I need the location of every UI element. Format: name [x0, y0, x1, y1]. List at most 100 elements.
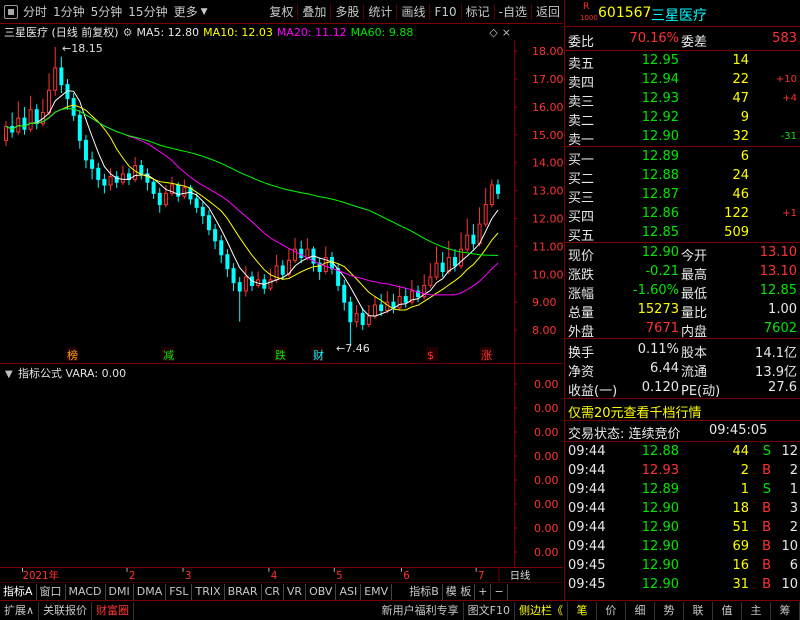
footer-right-item[interactable]: 侧边栏《 [515, 601, 568, 620]
multi-stock-button[interactable]: 多股 [332, 0, 362, 24]
tick-price: 12.90 [641, 501, 679, 516]
indicator-tab[interactable]: VR [284, 583, 307, 600]
candle-body [108, 176, 113, 186]
footer-bar: 扩展∧ 关联报价 财富圈 新用户福利专享 图文F10 侧边栏《笔价细势联值主筹 [0, 600, 800, 620]
kline-chart[interactable]: 18.00 17.00 16.00 15.00 14.00 13.00 12.00 11.00… [0, 40, 563, 364]
f10-button[interactable]: F10 [431, 0, 459, 24]
tick-price: 12.90 [641, 539, 679, 554]
settings-icon[interactable] [4, 4, 18, 19]
indicator-tab[interactable]: OBV [306, 583, 337, 600]
tick-time: 09:44 [568, 463, 606, 478]
indicator-tab[interactable]: DMI [106, 583, 134, 600]
indicator-tab[interactable]: MACD [66, 583, 106, 600]
indicator-tab[interactable]: DMA [134, 583, 167, 600]
stock-name[interactable]: 三星医疗 [651, 5, 707, 25]
bid-row: 买五 12.85 509 [565, 224, 800, 244]
indicator-tab[interactable]: EMV [361, 583, 393, 600]
tick-price: 12.88 [641, 444, 679, 459]
tab-15min[interactable]: 15分钟 [125, 0, 170, 24]
diamond-icon[interactable]: ◇ [489, 26, 497, 39]
ask-price[interactable]: 12.93 [642, 91, 679, 106]
indicator-tab[interactable]: FSL [166, 583, 193, 600]
stat-value: 12.85 [759, 283, 797, 298]
tick-row: 09:44 12.88 44 S 12 [565, 443, 800, 462]
fuquan-button[interactable]: 复权 [266, 0, 296, 24]
tab-1min[interactable]: 1分钟 [50, 0, 88, 24]
y-tick-label: 17.00 [532, 73, 563, 86]
tab-more[interactable]: 更多 [171, 0, 201, 24]
event-marker[interactable]: 涨 [481, 349, 492, 362]
bid-price[interactable]: 12.87 [642, 187, 679, 202]
indicator-tab[interactable]: 模 板 [443, 583, 476, 600]
event-marker[interactable]: 财 [313, 348, 324, 362]
panel-tab[interactable]: 主 [742, 601, 771, 620]
panel-tab[interactable]: 联 [684, 601, 713, 620]
panel-tab[interactable]: 势 [655, 601, 684, 620]
tick-time: 09:44 [568, 482, 606, 497]
tick-count: 3 [789, 501, 798, 516]
indicator-tab[interactable]: 指标A [0, 583, 37, 600]
fundamental-row: 收益(一) 0.120 PE(动) 27.6 [565, 379, 800, 399]
ask-price[interactable]: 12.95 [642, 53, 679, 68]
candle-body [385, 301, 390, 312]
indicator-tab[interactable]: BRAR [225, 583, 262, 600]
tick-row: 09:44 12.90 69 B 10 [565, 538, 800, 557]
chart-title: 三星医疗 (日线 前复权) [4, 26, 119, 39]
draw-button[interactable]: 画线 [398, 0, 428, 24]
bid-price[interactable]: 12.89 [642, 149, 679, 164]
y-tick-label: 0.00 [534, 474, 559, 487]
bid-price[interactable]: 12.88 [642, 168, 679, 183]
indicator-tab[interactable]: 窗口 [37, 583, 66, 600]
candle-body [489, 184, 494, 206]
collapse-icon[interactable]: ▼ [5, 369, 13, 380]
remove-watchlist-button[interactable]: -自选 [496, 0, 530, 24]
indicator-tab[interactable]: CR [262, 583, 284, 600]
ask-volume: 22 [732, 72, 749, 87]
indicator-tab[interactable]: 指标B [406, 583, 443, 600]
ask-price[interactable]: 12.94 [642, 72, 679, 87]
panel-tab[interactable]: 笔 [568, 601, 597, 620]
event-marker[interactable]: 跌 [275, 348, 286, 362]
ask-volume: 32 [732, 129, 749, 144]
stat-label: 涨跌 [568, 268, 595, 283]
stat-label: 量比 [681, 306, 708, 321]
footer-right-item[interactable]: 新用户福利专享 [378, 601, 464, 620]
stat-row: 总量 15273 量比 1.00 [565, 301, 800, 321]
overlay-button[interactable]: 叠加 [299, 0, 329, 24]
panel-tab[interactable]: 价 [597, 601, 626, 620]
bid-row: 买三 12.87 46 [565, 186, 800, 206]
bid-price[interactable]: 12.85 [642, 225, 679, 240]
stats-button[interactable]: 统计 [365, 0, 395, 24]
more-dropdown-icon[interactable]: ▼ [201, 7, 208, 17]
indicator-tab[interactable]: + [475, 583, 492, 600]
y-tick-label: 9.00 [532, 296, 557, 309]
tab-5min[interactable]: 5分钟 [88, 0, 126, 24]
candle-body [373, 304, 377, 317]
event-marker[interactable]: 减 [163, 349, 174, 362]
footer-left-item[interactable]: 财富圈 [92, 601, 135, 620]
mark-button[interactable]: 标记 [463, 0, 493, 24]
indicator-tab[interactable]: TRIX [192, 583, 225, 600]
panel-tab[interactable]: 筹 [771, 601, 800, 620]
back-button[interactable]: 返回 [533, 0, 563, 24]
event-marker[interactable]: $ [427, 349, 434, 362]
footer-right-item[interactable]: 图文F10 [464, 601, 515, 620]
indicator-tab[interactable]: − [491, 583, 508, 600]
chart-options-icon[interactable]: ⚙ [123, 26, 133, 39]
tick-count: 2 [789, 463, 798, 478]
promo-link[interactable]: 仅需20元查看千档行情 [568, 402, 702, 421]
panel-tab[interactable]: 值 [713, 601, 742, 620]
footer-left-item[interactable]: 扩展∧ [0, 601, 40, 620]
ask-price[interactable]: 12.92 [642, 110, 679, 125]
candle-body [268, 279, 273, 289]
footer-left-item[interactable]: 关联报价 [39, 601, 93, 620]
panel-tab[interactable]: 细 [626, 601, 655, 620]
indicator-chart[interactable]: 指标公式 VARA: 0.00 ▼ 0.00 0.00 0.00 0.00 0.00 0.0… [0, 364, 563, 568]
tab-fenshi[interactable]: 分时 [20, 0, 50, 24]
event-marker[interactable]: 榜 [67, 348, 78, 362]
close-icon[interactable]: × [502, 26, 511, 39]
y-tick-label: 0.00 [534, 450, 559, 463]
indicator-tab[interactable]: ASI [336, 583, 362, 600]
ask-price[interactable]: 12.90 [642, 129, 679, 144]
bid-price[interactable]: 12.86 [642, 206, 679, 221]
